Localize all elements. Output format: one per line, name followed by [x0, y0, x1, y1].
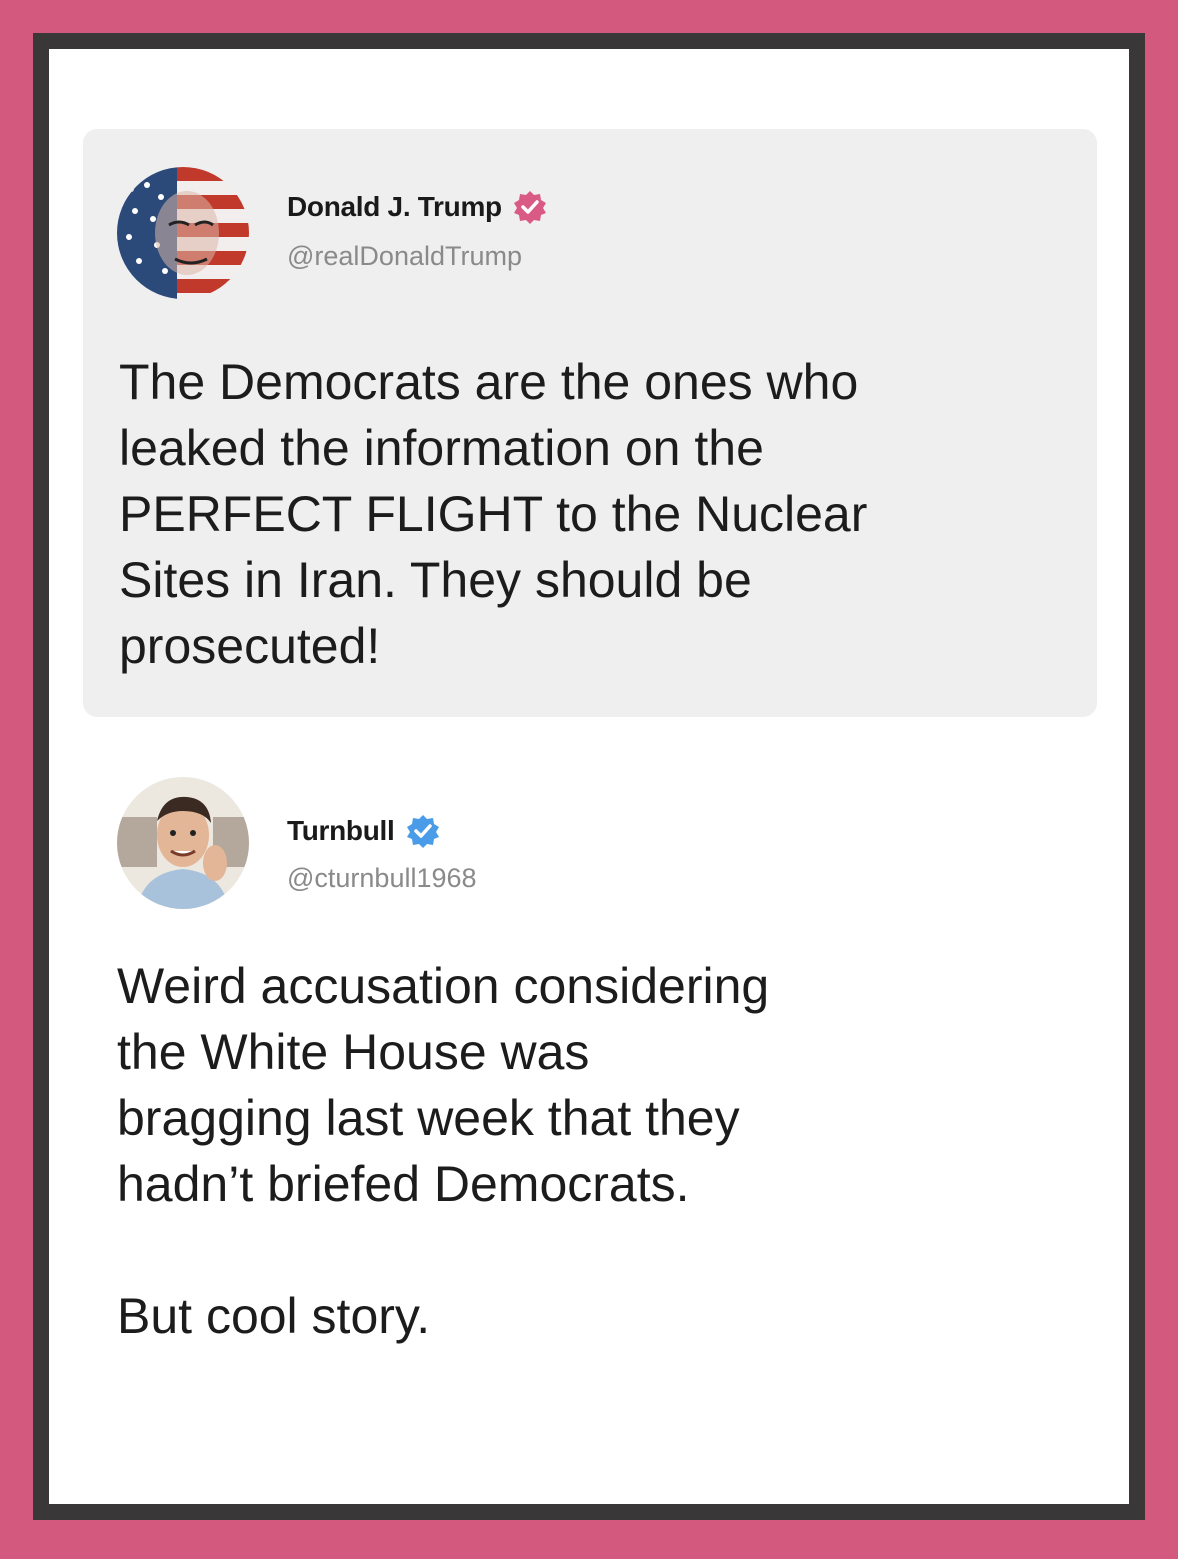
photo-frame: Donald J. Trump @realDonaldTrump The Dem… — [33, 33, 1145, 1520]
quoted-name-row: Donald J. Trump — [287, 189, 548, 225]
turnbull-avatar[interactable] — [117, 777, 249, 909]
reply-name-row: Turnbull — [287, 813, 441, 849]
quoted-post-text: The Democrats are the ones who leaked th… — [119, 354, 868, 674]
reply-author-handle[interactable]: @cturnbull1968 — [287, 863, 477, 894]
screenshot-card: Donald J. Trump @realDonaldTrump The Dem… — [49, 49, 1129, 1504]
flag-face-avatar-image — [117, 167, 249, 299]
reply-post-text: Weird accusation considering the White H… — [117, 958, 770, 1344]
quoted-author-name[interactable]: Donald J. Trump — [287, 191, 502, 223]
reply-author-name[interactable]: Turnbull — [287, 815, 395, 847]
quoted-author-handle[interactable]: @realDonaldTrump — [287, 241, 522, 272]
verified-badge-icon — [405, 813, 441, 849]
trump-avatar[interactable] — [117, 167, 249, 299]
verified-badge-icon — [512, 189, 548, 225]
quoted-post[interactable]: Donald J. Trump @realDonaldTrump The Dem… — [83, 129, 1097, 717]
cartoon-man-avatar-image — [117, 777, 249, 909]
